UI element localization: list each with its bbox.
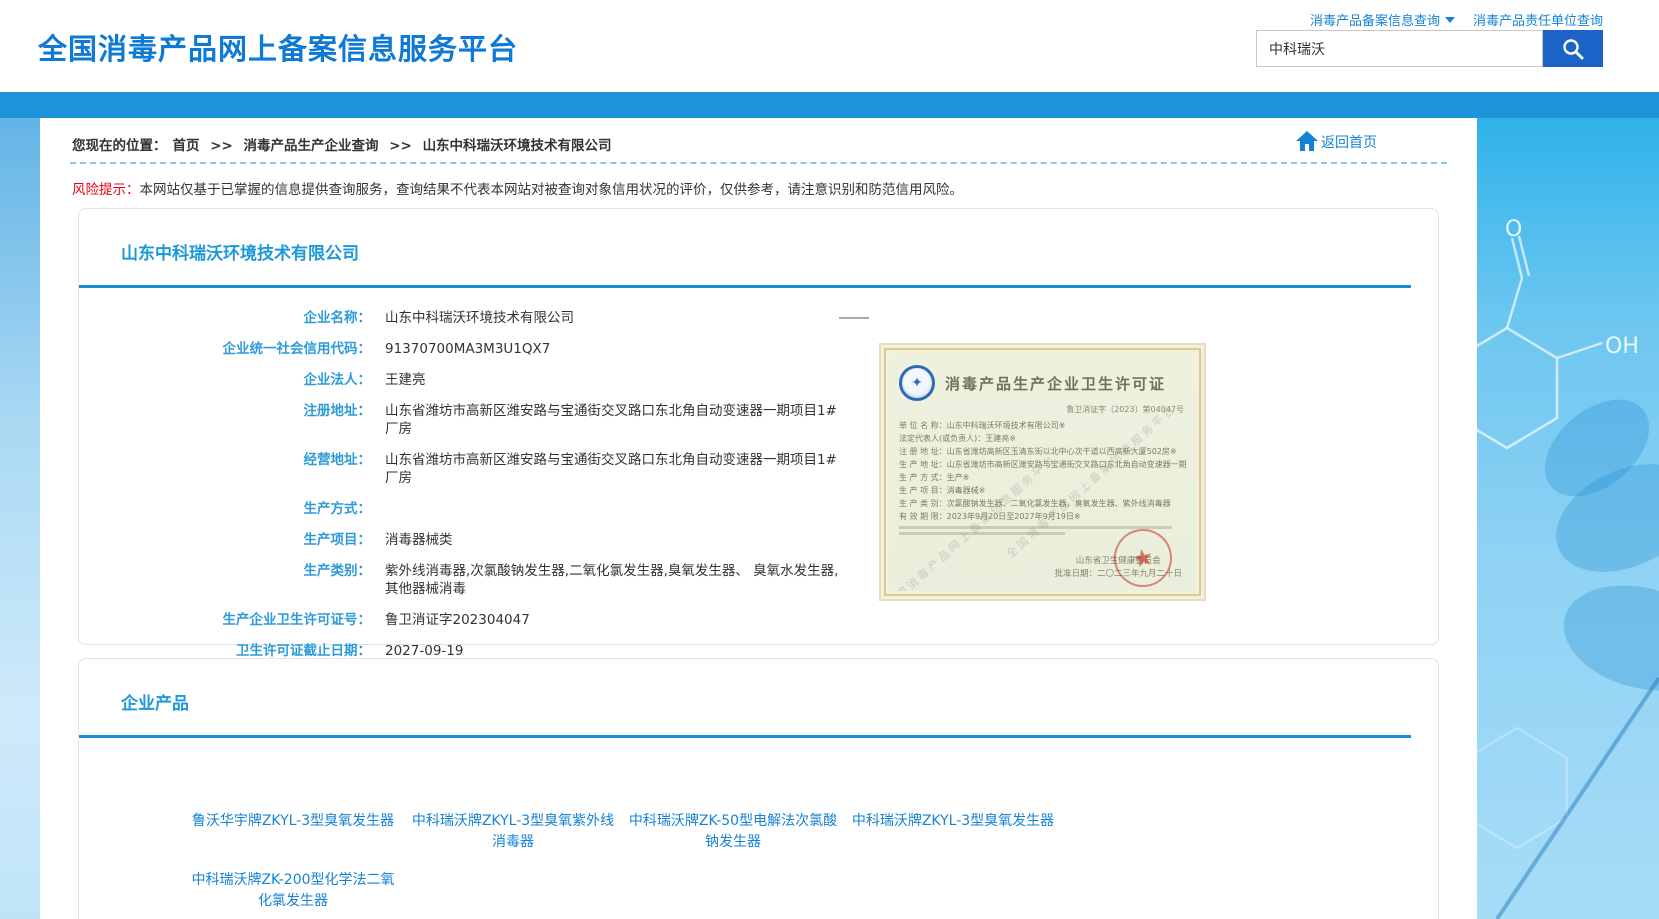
chevron-down-icon (1445, 17, 1455, 23)
field-row: 经营地址： 山东省潍坊市高新区潍安路与宝通街交叉路口东北角自动变速器一期项目1#厂… (79, 451, 847, 487)
field-label: 生产企业卫生许可证号： (79, 611, 371, 629)
main-content: 您现在的位置： 首页 >> 消毒产品生产企业查询 >> 山东中科瑞沃环境技术有限公… (40, 118, 1477, 919)
field-row: 生产类别： 紫外线消毒器,次氯酸钠发生器,二氧化氯发生器,臭氧发生器、 臭氧水发生… (79, 562, 847, 598)
certificate-line: 生 产 项 目：消毒器械※ (899, 484, 1186, 497)
breadcrumb-current: 山东中科瑞沃环境技术有限公司 (423, 138, 612, 154)
home-icon (1295, 130, 1319, 152)
nav-record-info-query[interactable]: 消毒产品备案信息查询 (1310, 10, 1455, 29)
nav-record-info-query-label: 消毒产品备案信息查询 (1310, 10, 1440, 29)
risk-warning-text: 本网站仅基于已掌握的信息提供查询服务，查询结果不代表本网站对被查询对象信用状况的… (140, 182, 964, 198)
national-emblem-icon: ✦ (899, 365, 935, 401)
risk-warning-label: 风险提示： (72, 182, 140, 198)
field-label: 注册地址： (79, 402, 371, 438)
field-row: 注册地址： 山东省潍坊市高新区潍安路与宝通街交叉路口东北角自动变速器一期项目1#厂… (79, 402, 847, 438)
product-link[interactable]: 鲁沃华宇牌ZKYL-3型臭氧发生器 (187, 811, 399, 853)
top-nav: 消毒产品备案信息查询 消毒产品责任单位查询 (1310, 10, 1603, 29)
breadcrumb: 您现在的位置： 首页 >> 消毒产品生产企业查询 >> 山东中科瑞沃环境技术有限公… (72, 134, 618, 154)
enterprise-products-card: 企业产品 鲁沃华宇牌ZKYL-3型臭氧发生器 中科瑞沃牌ZKYL-3型臭氧紫外线… (78, 658, 1439, 919)
field-row: 企业统一社会信用代码： 91370700MA3M3U1QX7 (79, 340, 847, 358)
field-row: 生产企业卫生许可证号： 鲁卫消证字202304047 (79, 611, 847, 629)
product-link[interactable]: 中科瑞沃牌ZK-50型电解法次氯酸钠发生器 (627, 811, 839, 853)
field-label: 生产类别： (79, 562, 371, 598)
field-value: 王建亮 (385, 371, 426, 389)
company-info-card: 山东中科瑞沃环境技术有限公司 企业名称： 山东中科瑞沃环境技术有限公司 企业统一社… (78, 208, 1439, 645)
field-label: 企业名称： (79, 309, 371, 327)
certificate-number: 鲁卫消证字〔2023〕第04047号 (899, 404, 1184, 415)
return-home-label: 返回首页 (1321, 132, 1377, 152)
field-value: 紫外线消毒器,次氯酸钠发生器,二氧化氯发生器,臭氧发生器、 臭氧水发生器,其他器… (385, 562, 847, 598)
product-link[interactable]: 中科瑞沃牌ZK-200型化学法二氧化氯发生器 (187, 870, 399, 912)
field-value: 山东省潍坊市高新区潍安路与宝通街交叉路口东北角自动变速器一期项目1#厂房 (385, 402, 847, 438)
search-input[interactable] (1256, 30, 1543, 67)
field-label: 企业统一社会信用代码： (79, 340, 371, 358)
certificate-header: ✦ 消毒产品生产企业卫生许可证 (899, 365, 1186, 401)
breadcrumb-separator: >> (389, 138, 412, 154)
breadcrumb-separator: >> (210, 138, 233, 154)
breadcrumb-enterprise-query[interactable]: 消毒产品生产企业查询 (244, 138, 379, 154)
hygiene-license-certificate-image: ✦ 消毒产品生产企业卫生许可证 鲁卫消证字〔2023〕第04047号 单 位 名… (879, 343, 1206, 601)
card-divider (79, 285, 1411, 288)
card-divider (79, 735, 1411, 738)
company-fields: 企业名称： 山东中科瑞沃环境技术有限公司 企业统一社会信用代码： 91370700M… (79, 309, 847, 673)
field-value: 消毒器械类 (385, 531, 453, 549)
field-value: 山东中科瑞沃环境技术有限公司 (385, 309, 574, 327)
field-row: 生产方式： (79, 500, 847, 518)
risk-warning: 风险提示：本网站仅基于已掌握的信息提供查询服务，查询结果不代表本网站对被查询对象… (72, 180, 963, 200)
field-label: 经营地址： (79, 451, 371, 487)
breadcrumb-home[interactable]: 首页 (173, 138, 200, 154)
svg-text:O: O (1505, 217, 1522, 242)
page-header: 全国消毒产品网上备案信息服务平台 消毒产品备案信息查询 消毒产品责任单位查询 (0, 0, 1659, 92)
nav-responsible-unit-query-label: 消毒产品责任单位查询 (1473, 10, 1603, 29)
field-value: 91370700MA3M3U1QX7 (385, 340, 550, 358)
header-blue-strip (0, 92, 1659, 118)
field-label: 生产方式： (79, 500, 371, 518)
dashed-divider (70, 162, 1447, 164)
field-label: 企业法人： (79, 371, 371, 389)
breadcrumb-prefix: 您现在的位置： (72, 138, 167, 154)
field-row: 企业名称： 山东中科瑞沃环境技术有限公司 (79, 309, 847, 327)
search-icon (1562, 38, 1584, 60)
company-name-title: 山东中科瑞沃环境技术有限公司 (121, 239, 359, 264)
certificate-body: ✦ 消毒产品生产企业卫生许可证 鲁卫消证字〔2023〕第04047号 单 位 名… (889, 353, 1196, 591)
field-value: 山东省潍坊市高新区潍安路与宝通街交叉路口东北角自动变速器一期项目1#厂房 (385, 451, 847, 487)
svg-text:OH: OH (1605, 334, 1639, 359)
field-row: 企业法人： 王建亮 (79, 371, 847, 389)
products-title: 企业产品 (121, 689, 189, 714)
certificate-title: 消毒产品生产企业卫生许可证 (945, 373, 1166, 394)
product-link[interactable]: 中科瑞沃牌ZKYL-3型臭氧发生器 (847, 811, 1059, 853)
molecule-art-icon: O OH (1477, 118, 1659, 919)
return-home-link[interactable]: 返回首页 (1295, 130, 1377, 152)
product-list: 鲁沃华宇牌ZKYL-3型臭氧发生器 中科瑞沃牌ZKYL-3型臭氧紫外线消毒器 中… (183, 811, 1067, 919)
certificate-line: 生 产 类 别：次氯酸钠发生器、二氧化氯发生器、臭氧发生器、紫外线消毒器 (899, 497, 1186, 510)
field-row: 生产项目： 消毒器械类 (79, 531, 847, 549)
nav-responsible-unit-query[interactable]: 消毒产品责任单位查询 (1473, 10, 1603, 29)
search-button[interactable] (1543, 30, 1603, 67)
site-title: 全国消毒产品网上备案信息服务平台 (38, 26, 518, 68)
field-value: 鲁卫消证字202304047 (385, 611, 530, 629)
search-bar (1256, 30, 1603, 67)
product-link[interactable]: 中科瑞沃牌ZKYL-3型臭氧紫外线消毒器 (407, 811, 619, 853)
background-decoration: O OH (1477, 118, 1659, 919)
field-label: 生产项目： (79, 531, 371, 549)
